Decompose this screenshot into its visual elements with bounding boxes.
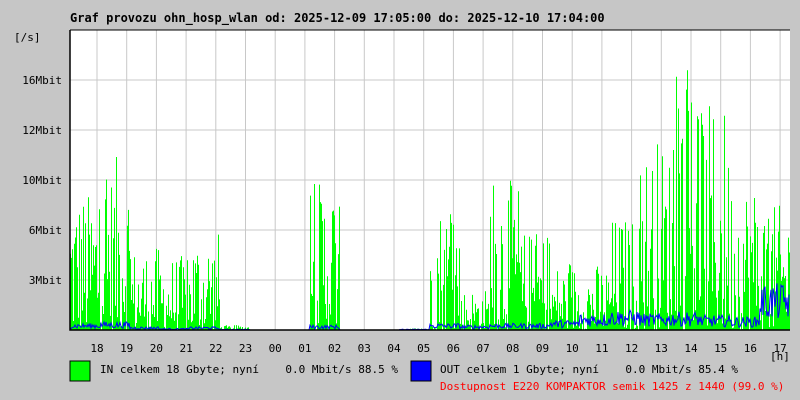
x-tick-label: 13 (655, 342, 668, 355)
x-tick-label: 03 (358, 342, 371, 355)
y-tick-label: 10Mbit (22, 174, 62, 187)
x-tick-label: 11 (595, 342, 608, 355)
x-tick-label: 00 (269, 342, 282, 355)
x-tick-label: 14 (684, 342, 698, 355)
y-tick-label: 3Mbit (29, 274, 62, 287)
y-tick-label: 16Mbit (22, 74, 62, 87)
x-tick-label: 15 (714, 342, 727, 355)
x-axis-label: [h] (770, 350, 790, 363)
traffic-graph: Graf provozu ohn_hosp_wlan od: 2025-12-0… (0, 0, 800, 400)
x-tick-label: 19 (120, 342, 133, 355)
x-tick-label: 23 (239, 342, 252, 355)
legend-in-swatch (69, 360, 91, 382)
legend-out-label: OUT celkem 1 Gbyte; nyní 0.0 Mbit/s 85.4… (440, 363, 738, 376)
x-tick-label: 22 (209, 342, 222, 355)
x-tick-label: 12 (625, 342, 638, 355)
legend-out-swatch (410, 360, 432, 382)
x-tick-label: 10 (566, 342, 579, 355)
y-tick-label: 12Mbit (22, 124, 62, 137)
y-tick-label: 6Mbit (29, 224, 62, 237)
x-tick-label: 02 (328, 342, 341, 355)
x-tick-label: 07 (476, 342, 489, 355)
x-tick-label: 20 (150, 342, 163, 355)
x-tick-label: 21 (179, 342, 192, 355)
chart-title: Graf provozu ohn_hosp_wlan od: 2025-12-0… (70, 11, 605, 26)
x-tick-label: 01 (298, 342, 311, 355)
y-axis-label: [/s] (14, 31, 41, 44)
x-tick-label: 08 (506, 342, 519, 355)
x-tick-label: 04 (387, 342, 401, 355)
x-tick-label: 18 (90, 342, 103, 355)
x-tick-label: 16 (744, 342, 757, 355)
chart-svg: Graf provozu ohn_hosp_wlan od: 2025-12-0… (14, 11, 790, 393)
legend-in-label: IN celkem 18 Gbyte; nyní 0.0 Mbit/s 88.5… (100, 363, 398, 376)
x-tick-label: 09 (536, 342, 549, 355)
x-tick-label: 05 (417, 342, 430, 355)
x-tick-label: 06 (447, 342, 460, 355)
availability-text: Dostupnost E220 KOMPAKTOR semik 1425 z 1… (440, 380, 784, 393)
